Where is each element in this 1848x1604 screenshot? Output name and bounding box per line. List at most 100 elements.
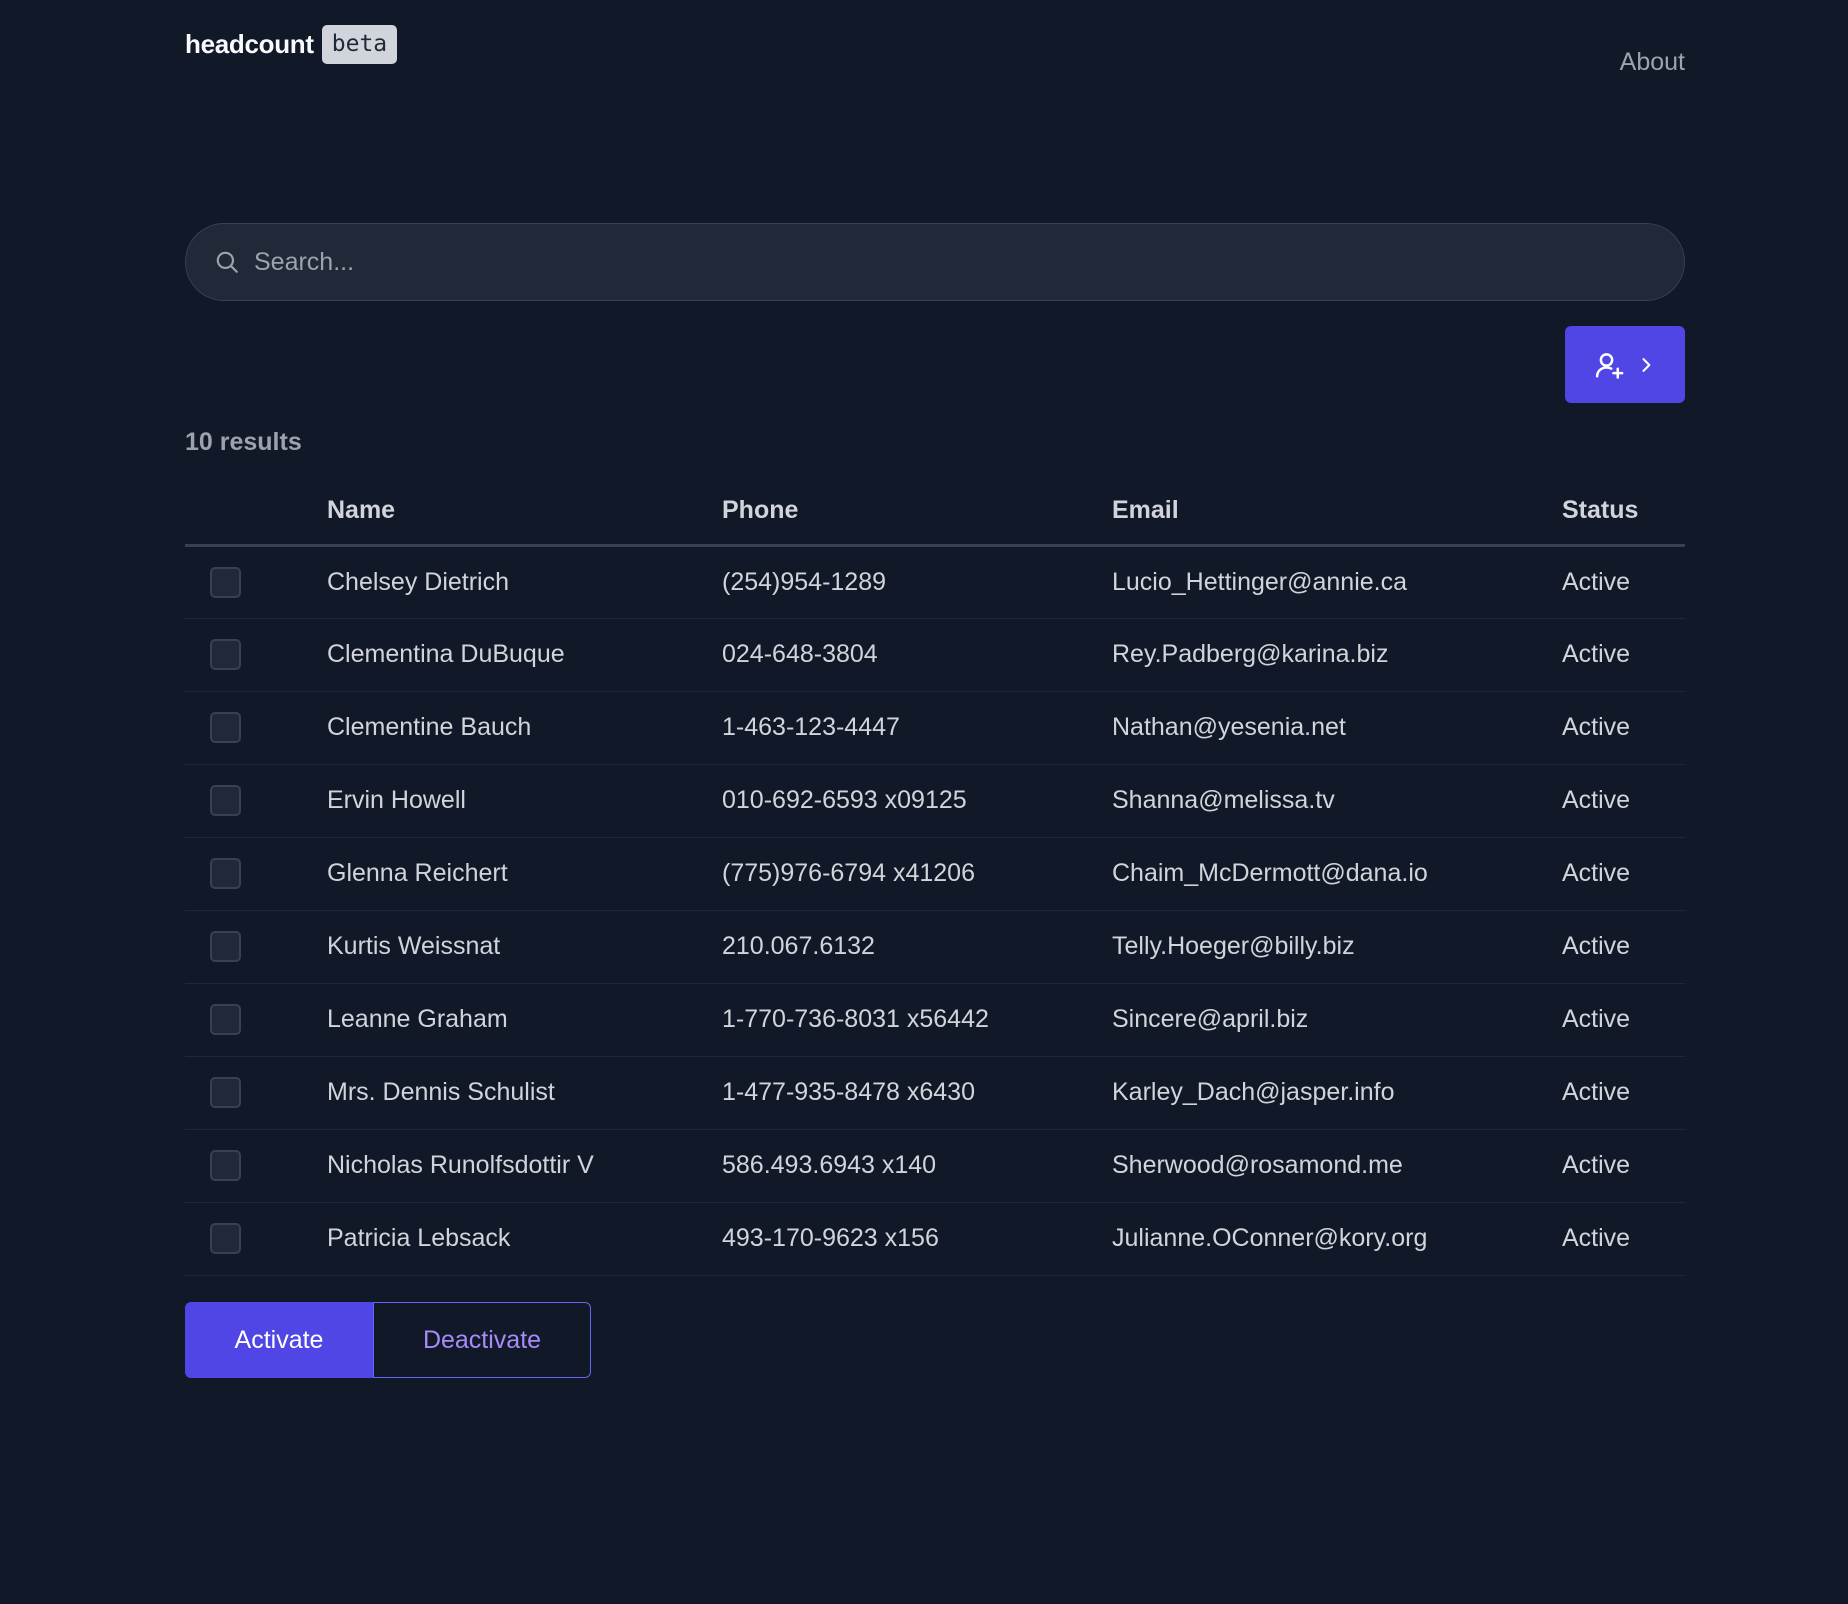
cell-name: Ervin Howell — [327, 764, 722, 838]
cell-status: Active — [1562, 691, 1685, 765]
cell-email: Chaim_McDermott@dana.io — [1112, 837, 1562, 911]
cell-phone: 210.067.6132 — [722, 910, 1112, 984]
bulk-actions: Activate Deactivate — [185, 1302, 591, 1378]
search-input[interactable] — [254, 224, 1654, 300]
row-checkbox[interactable] — [210, 931, 241, 962]
activate-button[interactable]: Activate — [185, 1302, 373, 1378]
row-checkbox-input[interactable] — [212, 1152, 239, 1179]
row-select-cell — [185, 1202, 327, 1276]
cell-name: Nicholas Runolfsdottir V — [327, 1129, 722, 1203]
row-checkbox[interactable] — [210, 858, 241, 889]
table-row[interactable]: Nicholas Runolfsdottir V 586.493.6943 x14… — [185, 1129, 1685, 1203]
row-checkbox-input[interactable] — [212, 1079, 239, 1106]
row-select-cell — [185, 1056, 327, 1130]
cell-name: Patricia Lebsack — [327, 1202, 722, 1276]
row-checkbox-input[interactable] — [212, 641, 239, 668]
column-header-name[interactable]: Name — [327, 478, 722, 547]
row-select-cell — [185, 618, 327, 692]
cell-name: Chelsey Dietrich — [327, 545, 722, 619]
brand-name: headcount — [185, 29, 314, 59]
row-checkbox[interactable] — [210, 1150, 241, 1181]
table-row[interactable]: Ervin Howell 010-692-6593 x09125 Shanna@me… — [185, 764, 1685, 838]
cell-phone: 1-477-935-8478 x6430 — [722, 1056, 1112, 1130]
table-row[interactable]: Chelsey Dietrich (254)954-1289 Lucio_Hetti… — [185, 545, 1685, 619]
cell-email: Lucio_Hettinger@annie.ca — [1112, 545, 1562, 619]
cell-phone: 586.493.6943 x140 — [722, 1129, 1112, 1203]
row-checkbox-input[interactable] — [212, 933, 239, 960]
table-header: Name Phone Email Status — [185, 478, 1685, 547]
cell-phone: 493-170-9623 x156 — [722, 1202, 1112, 1276]
cell-name: Kurtis Weissnat — [327, 910, 722, 984]
row-select-cell — [185, 983, 327, 1057]
cell-status: Active — [1562, 837, 1685, 911]
cell-phone: 024-648-3804 — [722, 618, 1112, 692]
row-select-cell — [185, 545, 327, 619]
table-row[interactable]: Leanne Graham 1-770-736-8031 x56442 Sincer… — [185, 983, 1685, 1057]
cell-name: Glenna Reichert — [327, 837, 722, 911]
cell-email: Sherwood@rosamond.me — [1112, 1129, 1562, 1203]
search-icon — [216, 251, 238, 273]
row-checkbox[interactable] — [210, 785, 241, 816]
cell-phone: (254)954-1289 — [722, 545, 1112, 619]
row-checkbox-input[interactable] — [212, 860, 239, 887]
row-checkbox-input[interactable] — [212, 787, 239, 814]
cell-name: Clementine Bauch — [327, 691, 722, 765]
row-checkbox-input[interactable] — [212, 1006, 239, 1033]
cell-email: Nathan@yesenia.net — [1112, 691, 1562, 765]
search-bar[interactable] — [185, 223, 1685, 301]
table-row[interactable]: Glenna Reichert (775)976-6794 x41206 Chaim… — [185, 837, 1685, 911]
table-body: Chelsey Dietrich (254)954-1289 Lucio_Hetti… — [185, 545, 1685, 1276]
table-row[interactable]: Clementina DuBuque 024-648-3804 Rey.Padber… — [185, 618, 1685, 692]
row-checkbox[interactable] — [210, 566, 241, 598]
row-select-cell — [185, 764, 327, 838]
users-table: Name Phone Email Status Chelsey Dietrich… — [185, 478, 1685, 1276]
cell-status: Active — [1562, 764, 1685, 838]
row-checkbox[interactable] — [210, 639, 241, 670]
row-checkbox[interactable] — [210, 1004, 241, 1035]
table-row[interactable]: Mrs. Dennis Schulist 1-477-935-8478 x6430… — [185, 1056, 1685, 1130]
row-checkbox[interactable] — [210, 1077, 241, 1108]
cell-phone: (775)976-6794 x41206 — [722, 837, 1112, 911]
cell-name: Clementina DuBuque — [327, 618, 722, 692]
brand[interactable]: headcount beta — [185, 25, 398, 64]
cell-email: Sincere@april.biz — [1112, 983, 1562, 1057]
cell-email: Rey.Padberg@karina.biz — [1112, 618, 1562, 692]
cell-status: Active — [1562, 983, 1685, 1057]
table-row[interactable]: Clementine Bauch 1-463-123-4447 Nathan@yes… — [185, 691, 1685, 765]
header: headcount beta About — [185, 0, 1685, 120]
add-user-button[interactable] — [1565, 326, 1685, 403]
table-row[interactable]: Kurtis Weissnat 210.067.6132 Telly.Hoeger@… — [185, 910, 1685, 984]
cell-phone: 1-770-736-8031 x56442 — [722, 983, 1112, 1057]
beta-badge: beta — [321, 25, 398, 64]
chevron-right-icon — [1642, 357, 1651, 372]
table-row[interactable]: Patricia Lebsack 493-170-9623 x156 Juliann… — [185, 1202, 1685, 1276]
row-select-cell — [185, 910, 327, 984]
row-checkbox[interactable] — [210, 1223, 241, 1254]
row-checkbox[interactable] — [210, 712, 241, 743]
user-plus-icon — [1595, 352, 1624, 379]
users-table-wrapper: Name Phone Email Status Chelsey Dietrich… — [185, 478, 1685, 1276]
column-header-email[interactable]: Email — [1112, 478, 1562, 547]
row-checkbox-input[interactable] — [212, 714, 239, 741]
column-header-phone[interactable]: Phone — [722, 478, 1112, 547]
row-checkbox-input[interactable] — [212, 1225, 239, 1252]
cell-status: Active — [1562, 910, 1685, 984]
row-checkbox-input[interactable] — [212, 568, 239, 596]
cell-status: Active — [1562, 1202, 1685, 1276]
column-header-status[interactable]: Status — [1562, 478, 1685, 547]
cell-name: Leanne Graham — [327, 983, 722, 1057]
deactivate-button[interactable]: Deactivate — [373, 1302, 591, 1378]
cell-status: Active — [1562, 1129, 1685, 1203]
page-container: headcount beta About 10 results Nam — [185, 0, 1685, 1378]
cell-status: Active — [1562, 1056, 1685, 1130]
nav-about-link[interactable]: About — [1620, 48, 1685, 77]
cell-phone: 1-463-123-4447 — [722, 691, 1112, 765]
cell-phone: 010-692-6593 x09125 — [722, 764, 1112, 838]
cell-status: Active — [1562, 545, 1685, 619]
row-select-cell — [185, 1129, 327, 1203]
row-select-cell — [185, 691, 327, 765]
results-count: 10 results — [185, 428, 302, 456]
cell-email: Julianne.OConner@kory.org — [1112, 1202, 1562, 1276]
cell-email: Karley_Dach@jasper.info — [1112, 1056, 1562, 1130]
table-header-row: Name Phone Email Status — [185, 478, 1685, 547]
